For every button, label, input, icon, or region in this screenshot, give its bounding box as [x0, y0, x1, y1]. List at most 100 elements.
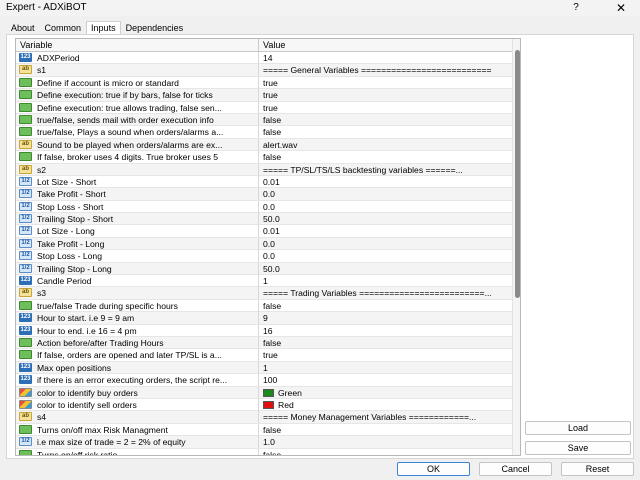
variable-cell[interactable]: 123 Hour to end. i.e 16 = 4 pm — [16, 324, 259, 337]
value-cell[interactable]: 0.0 — [259, 201, 512, 213]
value-cell[interactable]: false — [259, 449, 512, 456]
variable-cell[interactable]: Define if account is micro or standard — [16, 76, 259, 89]
variable-cell[interactable]: Define execution: true allows trading, f… — [16, 101, 259, 114]
value-cell[interactable]: 50.0 — [259, 213, 512, 225]
variable-cell[interactable]: 123 if there is an error executing orders… — [16, 374, 259, 387]
variable-cell[interactable]: 1/2 i.e max size of trade = 2 = 2% of equ… — [16, 436, 259, 449]
variable-cell[interactable]: 1/2 Stop Loss - Short — [16, 200, 259, 213]
reset-button[interactable]: Reset — [561, 462, 634, 476]
table-row[interactable]: If false, broker uses 4 digits. True bro… — [16, 151, 512, 164]
cancel-button[interactable]: Cancel — [479, 462, 552, 476]
table-row[interactable]: If false, orders are opened and later TP… — [16, 349, 512, 362]
value-cell[interactable]: false — [259, 300, 512, 312]
value-cell[interactable]: true — [259, 89, 512, 101]
table-row[interactable]: 1/2 Lot Size - Short 0.01 — [16, 175, 512, 189]
value-cell[interactable]: false — [259, 126, 512, 138]
value-cell[interactable]: alert.wav — [259, 139, 512, 151]
table-row[interactable]: true/false, sends mail with order execut… — [16, 113, 512, 127]
value-cell[interactable]: false — [259, 337, 512, 349]
variable-cell[interactable]: If false, broker uses 4 digits. True bro… — [16, 151, 259, 164]
variable-cell[interactable]: ab Sound to be played when orders/alarms … — [16, 138, 259, 151]
variable-cell[interactable]: 1/2 Stop Loss - Long — [16, 250, 259, 263]
table-row[interactable]: Define execution: true allows trading, f… — [16, 101, 512, 114]
table-row[interactable]: Define if account is micro or standard tr… — [16, 76, 512, 90]
table-row[interactable]: 123 if there is an error executing orders… — [16, 374, 512, 387]
value-cell[interactable]: false — [259, 114, 512, 126]
variable-cell[interactable]: Action before/after Trading Hours — [16, 336, 259, 349]
tab-inputs[interactable]: Inputs — [86, 21, 121, 35]
variable-cell[interactable]: ab s1 — [16, 64, 259, 77]
variable-cell[interactable]: 123 Max open positions — [16, 361, 259, 374]
table-row[interactable]: 123 ADXPeriod 14 — [16, 52, 512, 65]
value-cell[interactable]: ===== General Variables ================… — [259, 64, 512, 76]
variable-cell[interactable]: color to identify sell orders — [16, 398, 259, 411]
close-button[interactable]: ✕ — [612, 0, 630, 16]
table-row[interactable]: Turns on/off risk ratio false — [16, 448, 512, 456]
value-cell[interactable]: ===== Trading Variables ================… — [259, 287, 512, 299]
table-row[interactable]: ab s1 ===== General Variables ============… — [16, 64, 512, 77]
table-row[interactable]: 1/2 Lot Size - Long 0.01 — [16, 225, 512, 238]
table-row[interactable]: color to identify buy orders Green — [16, 386, 512, 399]
load-button[interactable]: Load — [525, 421, 631, 435]
value-cell[interactable]: false — [259, 151, 512, 163]
value-cell[interactable]: ===== Money Management Variables =======… — [259, 411, 512, 423]
table-row[interactable]: ab s2 ===== TP/SL/TS/LS backtesting variab… — [16, 163, 512, 176]
variable-cell[interactable]: Turns on/off risk ratio — [16, 448, 259, 455]
variable-cell[interactable]: Define execution: true if by bars, false… — [16, 89, 259, 102]
table-row[interactable]: 123 Hour to start. i.e 9 = 9 am 9 — [16, 312, 512, 325]
ok-button[interactable]: OK — [397, 462, 470, 476]
variable-cell[interactable]: 1/2 Take Profit - Short — [16, 188, 259, 201]
table-row[interactable]: true/false, Plays a sound when orders/al… — [16, 126, 512, 139]
variable-cell[interactable]: 1/2 Lot Size - Long — [16, 225, 259, 238]
value-cell[interactable]: 1.0 — [259, 436, 512, 448]
variable-cell[interactable]: 1/2 Lot Size - Short — [16, 175, 259, 188]
table-row[interactable]: Define execution: true if by bars, false… — [16, 89, 512, 102]
variable-cell[interactable]: ab s2 — [16, 163, 259, 176]
value-cell[interactable]: 1 — [259, 275, 512, 287]
value-cell[interactable]: Red — [259, 399, 512, 411]
variable-cell[interactable]: If false, orders are opened and later TP… — [16, 349, 259, 362]
variable-cell[interactable]: true/false, sends mail with order execut… — [16, 113, 259, 126]
table-row[interactable]: true/false Trade during specific hours fa… — [16, 299, 512, 313]
value-cell[interactable]: true — [259, 349, 512, 361]
help-button[interactable]: ? — [569, 0, 583, 16]
variable-cell[interactable]: 1/2 Take Profit - Long — [16, 237, 259, 250]
variable-cell[interactable]: 1/2 Trailing Stop - Long — [16, 262, 259, 275]
variable-cell[interactable]: color to identify buy orders — [16, 386, 259, 399]
table-row[interactable]: ab Sound to be played when orders/alarms … — [16, 138, 512, 152]
variable-cell[interactable]: 123 ADXPeriod — [16, 52, 259, 64]
table-row[interactable]: 123 Max open positions 1 — [16, 361, 512, 375]
value-cell[interactable]: ===== TP/SL/TS/LS backtesting variables … — [259, 164, 512, 176]
tab-common[interactable]: Common — [40, 21, 87, 34]
table-row[interactable]: 123 Hour to end. i.e 16 = 4 pm 16 — [16, 324, 512, 337]
variable-cell[interactable]: 1/2 Trailing Stop - Short — [16, 213, 259, 226]
value-cell[interactable]: true — [259, 77, 512, 89]
value-cell[interactable]: 0.01 — [259, 176, 512, 188]
value-cell[interactable]: 0.0 — [259, 238, 512, 250]
variable-cell[interactable]: 123 Hour to start. i.e 9 = 9 am — [16, 312, 259, 325]
variable-cell[interactable]: Turns on/off max Risk Managment — [16, 423, 259, 436]
table-row[interactable]: 1/2 Take Profit - Short 0.0 — [16, 188, 512, 201]
value-cell[interactable]: 0.0 — [259, 250, 512, 262]
value-cell[interactable]: true — [259, 102, 512, 114]
table-row[interactable]: 1/2 Trailing Stop - Short 50.0 — [16, 213, 512, 226]
table-row[interactable]: ab s4 ===== Money Management Variables ===… — [16, 411, 512, 424]
scrollbar-thumb[interactable] — [515, 50, 520, 298]
value-cell[interactable]: 0.0 — [259, 188, 512, 200]
table-row[interactable]: 1/2 Trailing Stop - Long 50.0 — [16, 262, 512, 276]
column-header-value[interactable]: Value — [259, 39, 512, 52]
value-cell[interactable]: 1 — [259, 362, 512, 374]
column-header-variable[interactable]: Variable — [16, 39, 259, 52]
table-row[interactable]: 123 Candle Period 1 — [16, 275, 512, 288]
value-cell[interactable]: 100 — [259, 374, 512, 386]
variable-cell[interactable]: 123 Candle Period — [16, 275, 259, 288]
table-row[interactable]: 1/2 Take Profit - Long 0.0 — [16, 237, 512, 251]
value-cell[interactable]: 9 — [259, 312, 512, 324]
value-cell[interactable]: Green — [259, 387, 512, 399]
save-button[interactable]: Save — [525, 441, 631, 455]
variable-cell[interactable]: true/false, Plays a sound when orders/al… — [16, 126, 259, 139]
tab-about[interactable]: About — [6, 21, 40, 34]
table-row[interactable]: color to identify sell orders Red — [16, 398, 512, 412]
value-cell[interactable]: 14 — [259, 52, 512, 64]
table-row[interactable]: Action before/after Trading Hours false — [16, 336, 512, 350]
